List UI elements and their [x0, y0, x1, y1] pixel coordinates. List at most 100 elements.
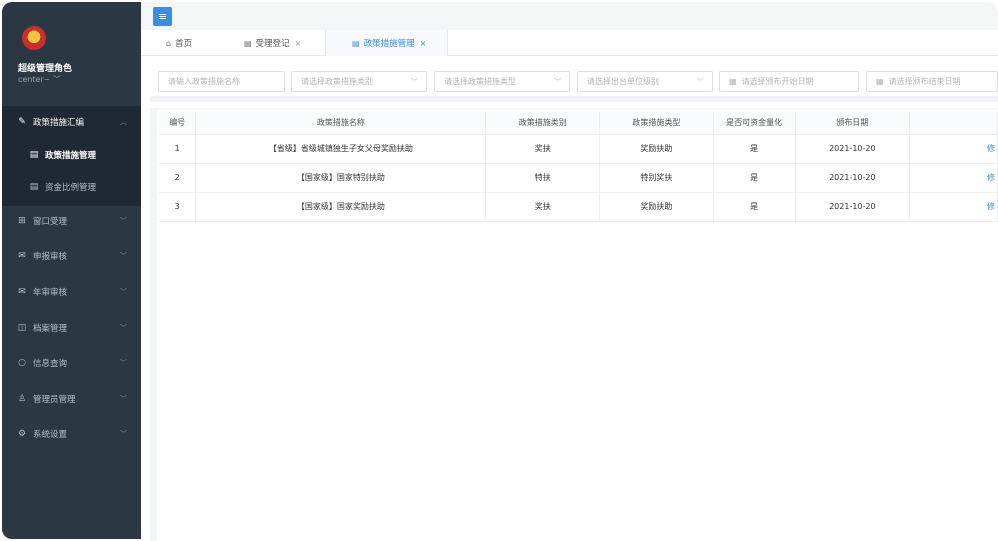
document-icon: ▤	[352, 38, 360, 48]
cell-actions: 修	[909, 192, 998, 222]
placeholder-text: 请选择政策措施类别	[301, 77, 373, 86]
calendar-icon: ▦	[876, 77, 884, 86]
header-policy-category: 政策措施类别	[485, 112, 601, 135]
header-actions	[909, 112, 998, 135]
sidebar-item-system-settings[interactable]: ⚙ 系统设置 ﹀	[2, 424, 141, 444]
chevron-down-icon: ﹀	[120, 252, 127, 260]
end-date-picker[interactable]: ▦ 请选择颁布结束日期	[866, 71, 998, 92]
chevron-down-icon: ﹀	[120, 359, 127, 367]
chevron-down-icon: ﹀	[120, 430, 127, 438]
cell-type: 奖励扶助	[599, 134, 714, 164]
search-icon: ○	[18, 358, 26, 368]
chevron-down-icon: ﹀	[120, 324, 127, 332]
user-menu[interactable]: center~ ﹀	[18, 74, 61, 85]
policy-name-input[interactable]: 请输入政策措施名称	[158, 71, 285, 92]
sidebar-item-policy-management[interactable]: ▤ 政策措施管理	[2, 145, 141, 165]
tab-policy-management[interactable]: ▤ 政策措施管理 ×	[326, 30, 448, 56]
header-issue-date: 颁布日期	[795, 112, 911, 135]
start-date-picker[interactable]: ▦ 请选择颁布开始日期	[719, 71, 859, 92]
chevron-down-icon: ﹀	[120, 288, 127, 296]
cell-date: 2021-10-20	[795, 192, 911, 222]
tab-label: 受理登记	[255, 39, 290, 49]
sidebar-item-label: 年审审核	[33, 288, 68, 298]
tab-label: 首页	[175, 39, 193, 49]
edit-icon: ✎	[18, 117, 26, 127]
sidebar-item-admin-management[interactable]: ♙ 管理员管理 ﹀	[2, 389, 141, 409]
table-row: 3 【国家级】国家奖励扶助 奖扶 奖励扶助 是 2021-10-20 修	[159, 192, 998, 222]
home-icon: ⌂	[166, 38, 172, 48]
sidebar-item-label: 资金比例管理	[45, 183, 97, 193]
placeholder-text: 请选择政策措施类型	[444, 77, 516, 86]
sidebar-item-label: 系统设置	[33, 430, 68, 440]
cell-id: 1	[159, 134, 197, 164]
table-row: 2 【国家级】国家特别扶助 特扶 特别奖扶 是 2021-10-20 修	[159, 163, 998, 193]
calendar-icon: ▦	[729, 77, 737, 86]
cell-type: 奖励扶助	[599, 192, 714, 222]
close-icon[interactable]: ×	[295, 39, 302, 48]
book-icon: ◫	[17, 323, 27, 333]
sidebar-item-info-query[interactable]: ○ 信息查询 ﹀	[2, 353, 141, 373]
cell-policy-name: 【国家级】国家特别扶助	[195, 163, 487, 193]
filter-bar: 请输入政策措施名称 请选择政策措施类别 ﹀ 请选择政策措施类型 ﹀ 请选择出台单…	[150, 60, 998, 102]
sidebar-item-archive[interactable]: ◫ 档案管理 ﹀	[2, 318, 141, 338]
cell-type: 特别奖扶	[599, 163, 714, 193]
sidebar-item-annual-review[interactable]: ✉ 年审审核 ﹀	[2, 282, 141, 302]
sidebar-item-window-acceptance[interactable]: ⊞ 窗口受理 ﹀	[2, 211, 141, 231]
tab-acceptance-registration[interactable]: ▤ 受理登记 ×	[234, 30, 326, 56]
sidebar-item-label: 信息查询	[33, 359, 68, 369]
cell-actions: 修	[909, 163, 998, 193]
mail-check-icon: ✉	[18, 287, 26, 297]
chevron-down-icon: ﹀	[120, 217, 127, 225]
menu-toggle-button[interactable]: ≡	[153, 7, 172, 26]
cell-quantifiable: 是	[713, 134, 796, 164]
mail-check-icon: ✉	[18, 251, 26, 261]
sidebar-item-application-review[interactable]: ✉ 申报审核 ﹀	[2, 246, 141, 266]
chevron-down-icon: ﹀	[554, 77, 561, 86]
document-icon: ▤	[29, 182, 39, 192]
cell-policy-name: 【省级】省级城镇独生子女父母奖励扶助	[195, 134, 487, 164]
placeholder-text: 请选择颁布开始日期	[741, 77, 814, 86]
sidebar-item-label: 政策措施汇编	[33, 118, 85, 128]
issuer-level-select[interactable]: 请选择出台单位级别 ﹀	[577, 71, 713, 92]
edit-link[interactable]: 修	[987, 144, 995, 153]
sidebar-item-label: 管理员管理	[33, 395, 76, 405]
placeholder-text: 请输入政策措施名称	[168, 77, 240, 86]
header-quantifiable: 是否可资金量化	[713, 112, 796, 135]
header-policy-name: 政策措施名称	[195, 112, 487, 135]
user-icon: ♙	[17, 394, 27, 404]
sidebar-item-policy-compilation[interactable]: ✎ 政策措施汇编 ︿	[2, 112, 141, 132]
sidebar-item-label: 申报审核	[33, 252, 68, 262]
policy-type-select[interactable]: 请选择政策措施类型 ﹀	[434, 71, 570, 92]
cell-id: 3	[159, 192, 197, 222]
sidebar-item-fund-ratio[interactable]: ▤ 资金比例管理	[2, 177, 141, 197]
document-icon: ▤	[29, 150, 39, 160]
cell-actions: 修	[909, 134, 998, 164]
cell-category: 奖扶	[485, 134, 601, 164]
cell-category: 特扶	[485, 163, 601, 193]
sidebar-item-label: 档案管理	[33, 324, 68, 334]
document-icon: ▤	[244, 38, 252, 48]
header-policy-type: 政策措施类型	[599, 112, 714, 135]
sidebar: 超级管理角色 center~ ﹀ ✎ 政策措施汇编 ︿ ▤ 政策措施管理 ▤ 资…	[2, 2, 141, 539]
cell-quantifiable: 是	[713, 163, 796, 193]
chevron-down-icon: ﹀	[697, 77, 704, 86]
tab-bar: ⌂ 首页 ▤ 受理登记 × ▤ 政策措施管理 ×	[141, 30, 998, 56]
emblem-logo	[22, 26, 46, 50]
edit-link[interactable]: 修	[987, 173, 995, 182]
gear-icon: ⚙	[17, 429, 27, 439]
placeholder-text: 请选择出台单位级别	[587, 77, 659, 86]
cell-category: 奖扶	[485, 192, 601, 222]
cell-quantifiable: 是	[713, 192, 796, 222]
role-name: 超级管理角色	[18, 64, 73, 74]
close-icon[interactable]: ×	[420, 39, 427, 48]
tab-home[interactable]: ⌂ 首页	[156, 30, 234, 56]
policy-category-select[interactable]: 请选择政策措施类别 ﹀	[291, 71, 427, 92]
sidebar-item-label: 政策措施管理	[45, 151, 97, 161]
top-bar: ≡	[141, 2, 998, 30]
edit-link[interactable]: 修	[987, 202, 995, 211]
tab-label: 政策措施管理	[363, 39, 415, 49]
cell-date: 2021-10-20	[795, 163, 911, 193]
policy-table: 编号 政策措施名称 政策措施类别 政策措施类型 是否可资金量化 颁布日期 1 【…	[159, 112, 998, 222]
file-add-icon: ⊞	[18, 216, 26, 226]
cell-id: 2	[159, 163, 197, 193]
